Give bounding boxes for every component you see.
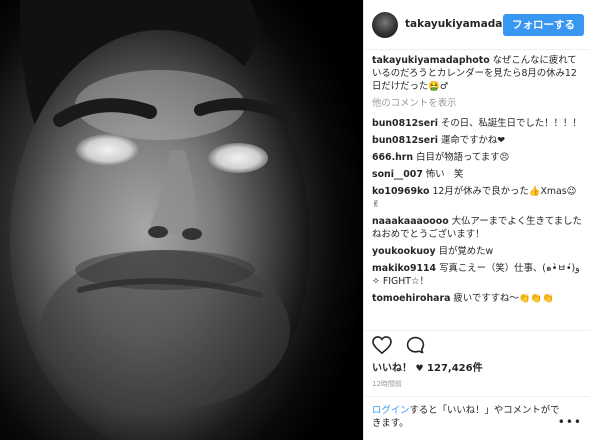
post-username[interactable]: takayukiyamadapl xyxy=(405,18,503,31)
comment-username[interactable]: 666.hrn xyxy=(372,152,413,163)
comment-text: 疲いですすね〜👏👏👏 xyxy=(453,293,554,304)
comment-item: bun0812seri その日、私誕生日でした！！！！ xyxy=(372,117,584,130)
face-illustration xyxy=(10,0,310,440)
comment-item: youkookuoy 目が覚めたw xyxy=(372,245,584,258)
avatar[interactable] xyxy=(372,11,398,38)
comment-item: soni__007 怖い 笑 xyxy=(372,168,584,181)
caption: takayukiyamadaphoto なぜこんなに疲れているのだろうとカレンダー… xyxy=(372,54,584,93)
divider xyxy=(364,330,590,331)
comment-username[interactable]: naaakaaaoooo xyxy=(372,216,449,227)
comment-text: 白目が物語ってます😣 xyxy=(416,152,510,163)
post-side-panel: takayukiyamadapl フォローする takayukiyamadaph… xyxy=(363,0,590,440)
comment-username[interactable]: youkookuoy xyxy=(372,246,436,257)
comment-username[interactable]: bun0812seri xyxy=(372,135,438,146)
small-heart-icon: ♥ xyxy=(415,364,424,374)
comment-item: ko10969ko 12月が休みで良かった👍Xmas😉✌ xyxy=(372,185,584,211)
comment-text: 運命ですかね❤ xyxy=(440,135,506,146)
comment-item: makiko9114 写真こえー（笑）仕事、(๑•̀ㅂ•́)و✧ FIGHT☆！ xyxy=(372,262,584,288)
comment-username[interactable]: makiko9114 xyxy=(372,263,436,274)
comment-item: bun0812seri 運命ですかね❤ xyxy=(372,134,584,147)
divider xyxy=(364,396,590,397)
more-comments-link[interactable]: 他のコメントを表示 xyxy=(372,97,584,110)
comment-item: tomoehirohara 疲いですすね〜👏👏👏 xyxy=(372,292,584,305)
comments-list[interactable]: takayukiyamadaphoto なぜこんなに疲れているのだろうとカレンダー… xyxy=(372,54,584,328)
comment-item: naaakaaaoooo 大仏アーまでよく生きてましたねおめでとうございます！ xyxy=(372,215,584,241)
likes-label: いいね！ xyxy=(372,363,412,374)
likes-count: 127,426件 xyxy=(427,363,483,374)
post-time: 12時間前 xyxy=(372,380,402,388)
comment-username[interactable]: bun0812seri xyxy=(372,118,438,129)
instagram-post: takayukiyamadapl フォローする takayukiyamadaph… xyxy=(0,0,590,440)
login-prompt: ログインすると「いいね！」やコメントができます。 xyxy=(372,404,564,430)
comment-icon[interactable] xyxy=(406,336,425,355)
login-link[interactable]: ログイン xyxy=(372,405,410,416)
more-options-icon[interactable]: ••• xyxy=(558,416,582,429)
comment-username[interactable]: soni__007 xyxy=(372,169,423,180)
heart-icon[interactable] xyxy=(372,336,392,354)
comment-text: 目が覚めたw xyxy=(438,246,494,257)
follow-button[interactable]: フォローする xyxy=(503,13,584,36)
action-bar xyxy=(372,336,425,355)
like-count[interactable]: いいね！ ♥ 127,426件 xyxy=(372,362,483,376)
comment-text: 怖い 笑 xyxy=(425,169,464,180)
comment-item: 666.hrn 白目が物語ってます😣 xyxy=(372,151,584,164)
post-header: takayukiyamadapl フォローする xyxy=(364,0,590,50)
comment-username[interactable]: ko10969ko xyxy=(372,186,429,197)
comment-username[interactable]: tomoehirohara xyxy=(372,293,450,304)
caption-username[interactable]: takayukiyamadaphoto xyxy=(372,55,490,66)
post-photo[interactable] xyxy=(0,0,363,440)
comment-text: その日、私誕生日でした！！！！ xyxy=(440,118,582,129)
